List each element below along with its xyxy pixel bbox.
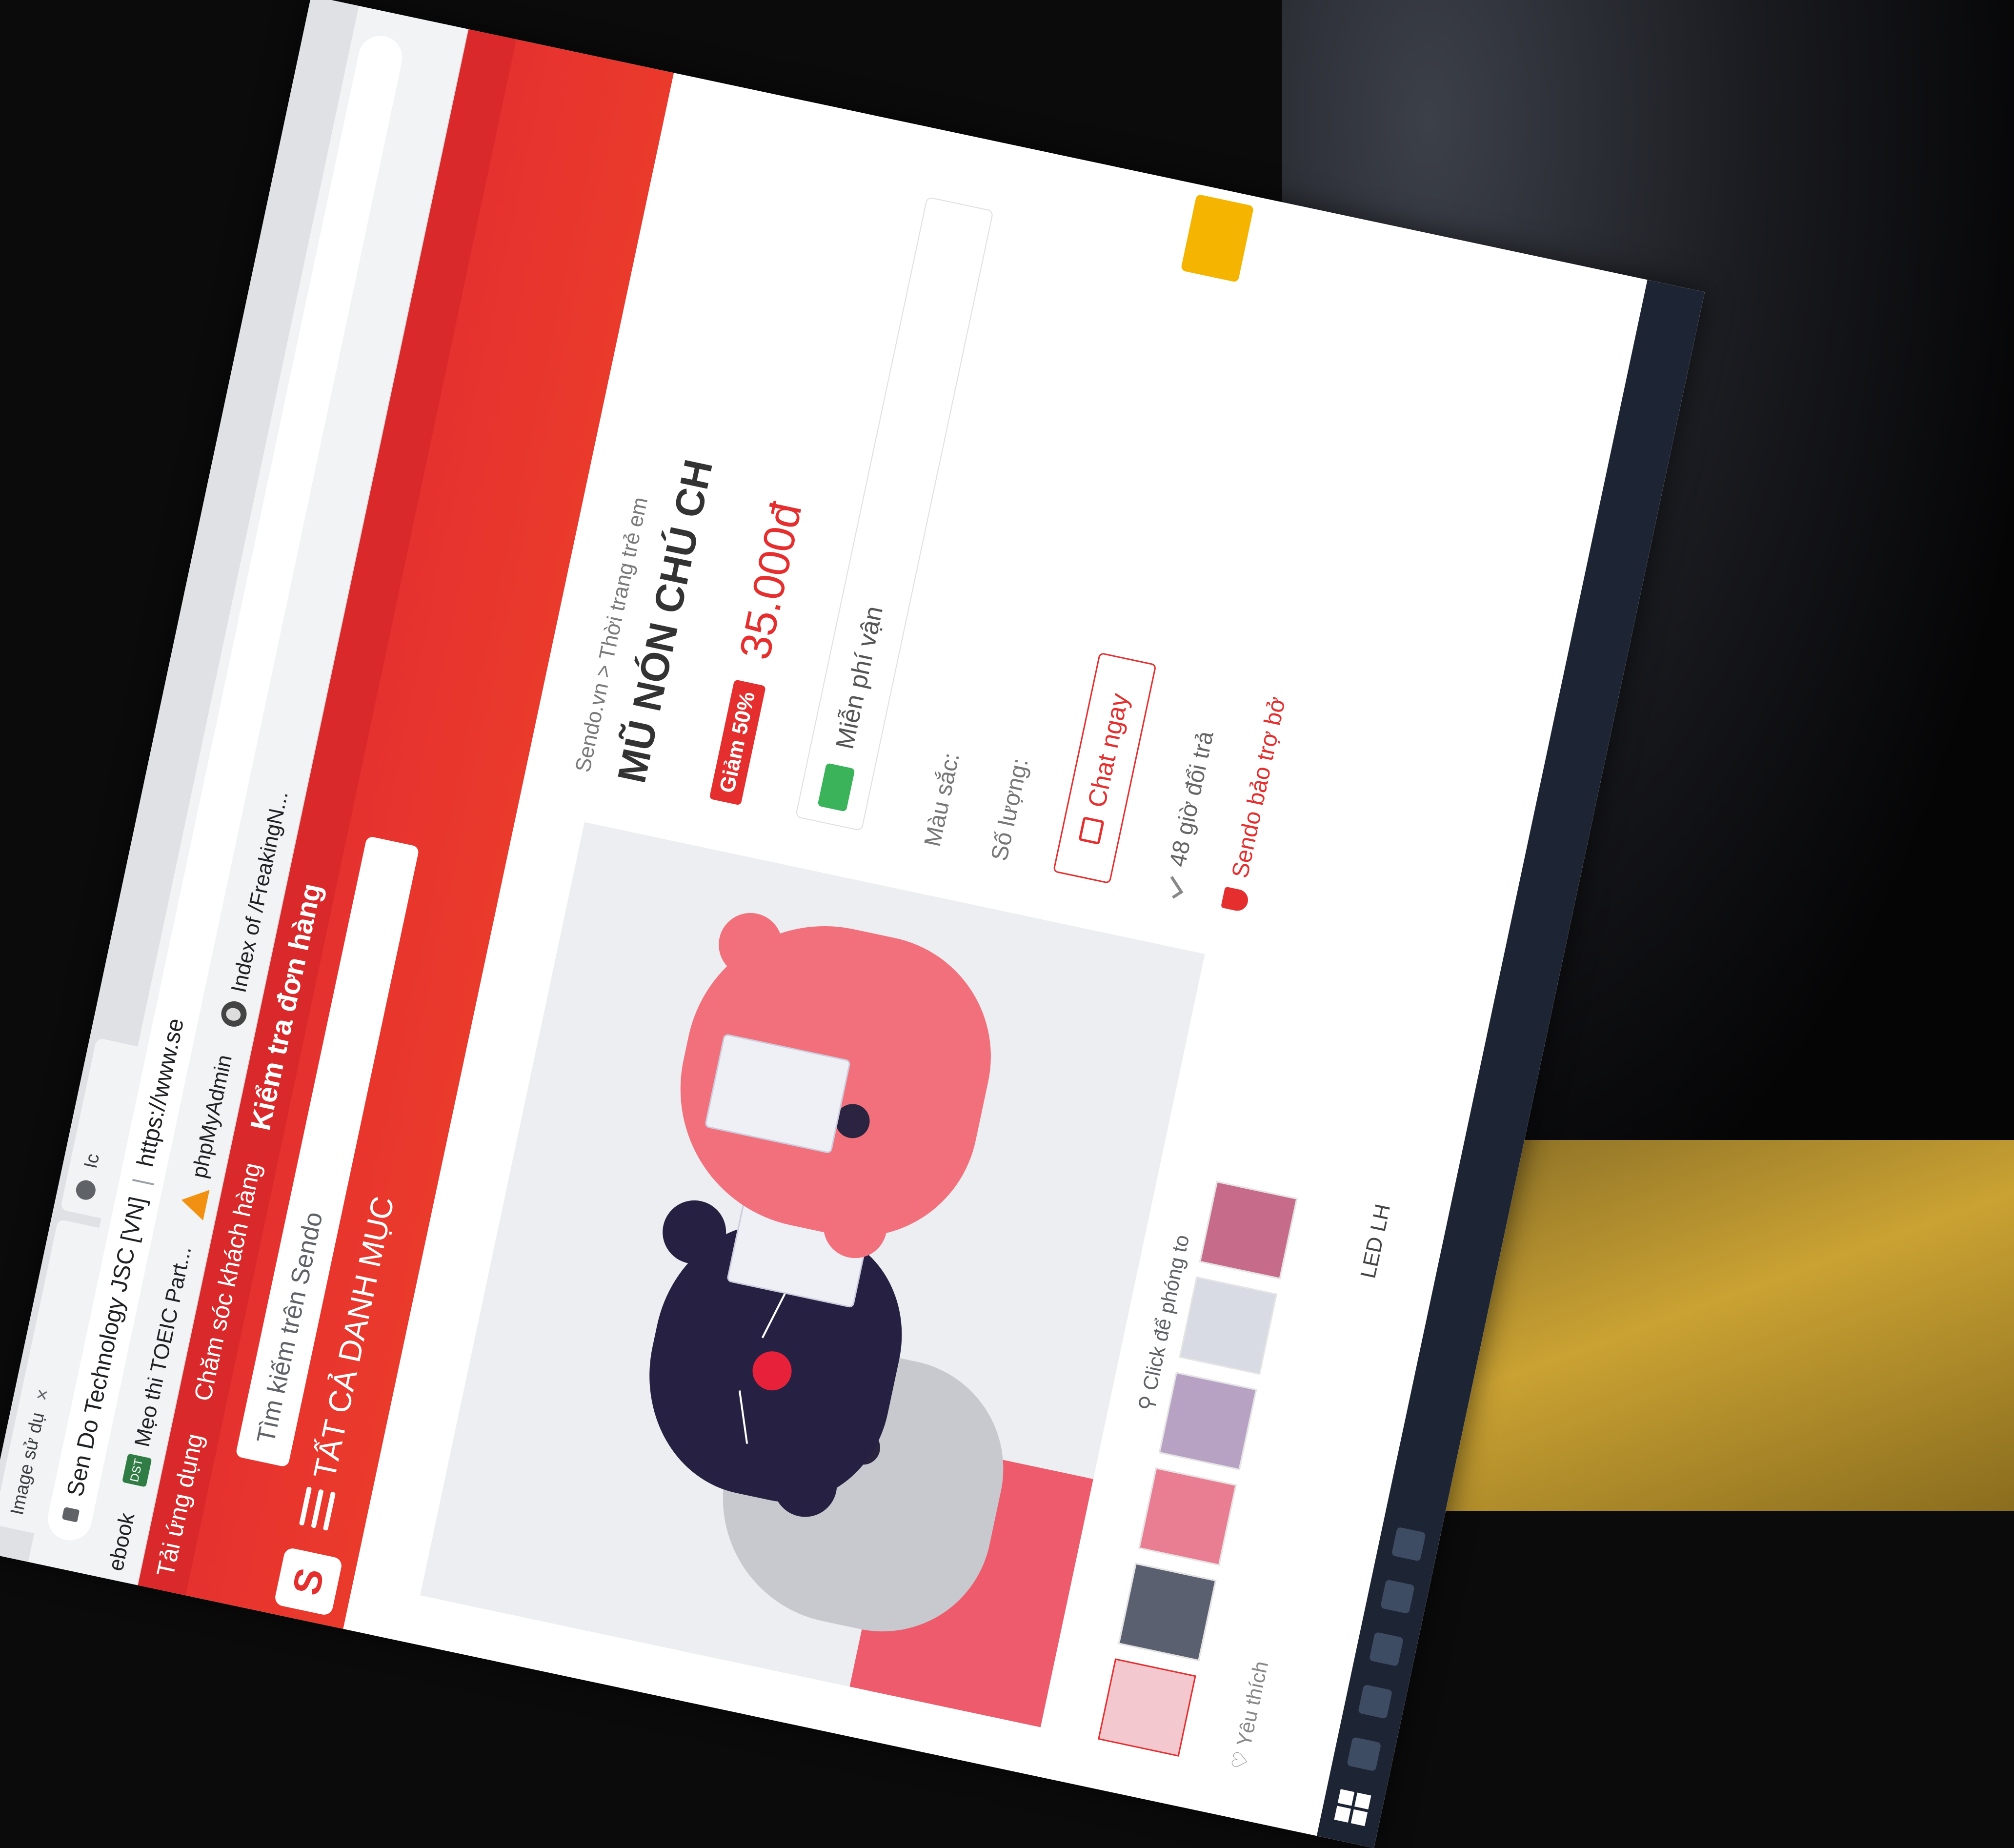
menu-icon (299, 1486, 336, 1531)
lock-icon (61, 1506, 80, 1523)
buy-button[interactable] (1180, 194, 1254, 283)
hat-price-tag (704, 1033, 851, 1154)
hat-nose (749, 1347, 795, 1394)
close-icon[interactable]: × (30, 1387, 54, 1402)
task-view-icon[interactable] (1358, 1684, 1393, 1719)
bookmark-ebook[interactable]: ebook (104, 1511, 140, 1573)
monitor-screen: Image sử dụ × Ic Sen Do Technology JSC [… (0, 0, 1705, 1848)
phpmyadmin-icon (178, 1184, 210, 1221)
url-text: https://www.se (132, 1015, 189, 1169)
support-text: Sendo bảo trợ bở (1227, 694, 1291, 880)
hat-whisker (738, 1390, 748, 1444)
browser-icon[interactable] (1380, 1579, 1415, 1614)
color-label: Màu sắc: (919, 750, 965, 849)
sendo-protection: Sendo bảo trợ bở (1220, 694, 1291, 913)
shipping-info: Miễn phí vận (795, 196, 994, 832)
product-main-image[interactable] (420, 822, 1205, 1727)
globe-icon (219, 999, 249, 1030)
quantity-label: Số lượng: (986, 756, 1033, 863)
chat-now-button[interactable]: Chat ngay (1052, 652, 1157, 884)
shield-icon (1220, 886, 1250, 913)
thumbnail[interactable] (1098, 1658, 1196, 1757)
search-placeholder: Tìm kiếm trên Sendo (251, 1209, 328, 1446)
bookmark-label: ebook (103, 1510, 140, 1573)
app-icon[interactable] (1391, 1526, 1426, 1562)
thumbnail[interactable] (1138, 1467, 1237, 1566)
favorite-label: Yêu thích (1232, 1659, 1273, 1749)
dst-icon: DST (122, 1453, 152, 1487)
return-policy: 48 giờ đổi trả (1158, 729, 1219, 899)
thumbnail[interactable] (1199, 1181, 1298, 1279)
hat-ear (657, 1194, 732, 1270)
check-icon (1163, 876, 1183, 899)
windows-start-icon[interactable] (1334, 1789, 1371, 1827)
thumbnail[interactable] (1118, 1563, 1217, 1662)
shipping-text: Miễn phí vận (830, 603, 889, 752)
product-price: 35.000đ (730, 498, 811, 664)
globe-icon (74, 1178, 98, 1202)
url-separator: | (128, 1176, 155, 1188)
favorite-button[interactable]: ♡ Yêu thích (1227, 1659, 1273, 1772)
hat-ear (713, 907, 788, 983)
chat-icon (1078, 816, 1105, 845)
truck-icon (817, 763, 855, 812)
return-text: 48 giờ đổi trả (1165, 729, 1219, 869)
tab-title: Ic (80, 1152, 103, 1170)
discount-badge: Giảm 50% (709, 679, 766, 806)
search-icon[interactable] (1347, 1737, 1382, 1772)
sendo-logo[interactable]: S (273, 1546, 343, 1617)
chat-label: Chat ngay (1082, 690, 1134, 810)
file-explorer-icon[interactable] (1369, 1631, 1404, 1667)
heart-icon: ♡ (1227, 1744, 1255, 1772)
thumbnail[interactable] (1158, 1372, 1257, 1470)
thumbnail[interactable] (1179, 1276, 1278, 1375)
